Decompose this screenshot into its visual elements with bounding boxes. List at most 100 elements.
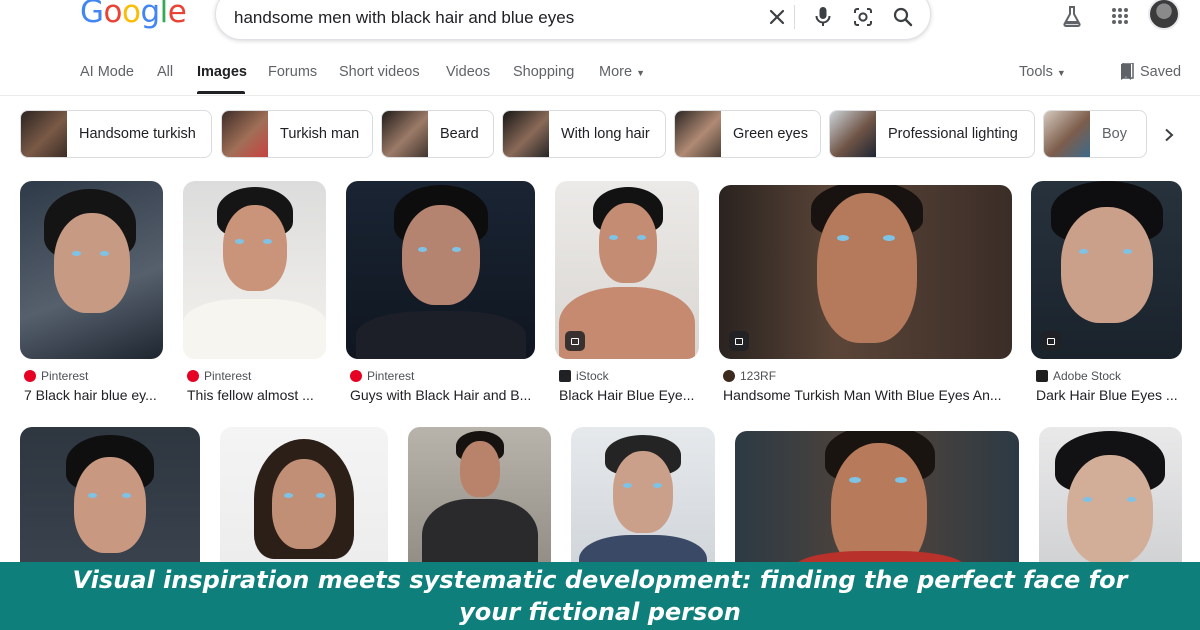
tabs-divider — [0, 95, 1200, 96]
shirt-shape — [356, 311, 526, 359]
image-badge — [1041, 331, 1061, 351]
source-name: Pinterest — [41, 369, 89, 383]
active-tab-indicator — [197, 91, 245, 94]
result-title[interactable]: This fellow almost ... — [187, 387, 327, 403]
result-source[interactable]: Pinterest — [24, 369, 88, 383]
istock-icon — [559, 370, 571, 382]
eye-shape — [653, 483, 662, 488]
eye-shape — [1079, 249, 1088, 254]
chip-label: Beard — [440, 126, 479, 142]
bookmark-icon — [1121, 63, 1134, 80]
result-image[interactable] — [735, 431, 1019, 577]
pinterest-icon — [350, 370, 362, 382]
result-image[interactable] — [20, 427, 200, 577]
face-shape — [223, 205, 287, 291]
chip-label: Green eyes — [733, 126, 808, 142]
tab-shopping[interactable]: Shopping — [513, 64, 574, 80]
chip-thumbnail — [1044, 111, 1090, 157]
chevron-right-icon[interactable] — [1154, 120, 1184, 150]
tools-menu[interactable]: Tools ▼ — [1019, 64, 1066, 80]
chip-thumbnail — [222, 111, 268, 157]
eye-shape — [849, 477, 861, 483]
face-shape — [1067, 455, 1153, 565]
tab-images[interactable]: Images — [197, 64, 247, 80]
result-source[interactable]: 123RF — [723, 369, 776, 383]
tab-forums[interactable]: Forums — [268, 64, 317, 80]
source-name: Pinterest — [367, 369, 415, 383]
result-title[interactable]: Guys with Black Hair and B... — [350, 387, 536, 403]
chevron-down-icon: ▼ — [1056, 68, 1066, 78]
image-badge — [729, 331, 749, 351]
face-shape — [613, 451, 673, 533]
eye-shape — [235, 239, 244, 244]
eye-shape — [418, 247, 427, 252]
result-title[interactable]: Dark Hair Blue Eyes ... — [1036, 387, 1182, 403]
tab-videos[interactable]: Videos — [446, 64, 490, 80]
shirt-shape — [183, 299, 326, 359]
result-image[interactable] — [408, 427, 551, 577]
pinterest-icon — [24, 370, 36, 382]
chip-label: With long hair — [561, 126, 650, 142]
tab-more-label: More — [599, 64, 633, 80]
result-title[interactable]: Black Hair Blue Eye... — [559, 387, 699, 403]
chip-with-long-hair[interactable]: With long hair — [502, 110, 666, 158]
eye-shape — [1127, 497, 1136, 502]
chip-label: Handsome turkish — [79, 126, 196, 142]
eye-shape — [1083, 497, 1092, 502]
result-image[interactable] — [346, 181, 535, 359]
chip-professional-lighting[interactable]: Professional lighting — [829, 110, 1035, 158]
eye-shape — [88, 493, 97, 498]
face-shape — [460, 441, 500, 497]
source-name: Adobe Stock — [1053, 369, 1122, 383]
face-shape — [54, 213, 130, 313]
chip-thumbnail — [503, 111, 549, 157]
result-image[interactable] — [1031, 181, 1182, 359]
chip-handsome-turkish[interactable]: Handsome turkish — [20, 110, 212, 158]
tab-more[interactable]: More ▼ — [599, 64, 645, 80]
result-title[interactable]: 7 Black hair blue ey... — [24, 387, 164, 403]
result-source[interactable]: Adobe Stock — [1036, 369, 1121, 383]
chip-label: Boy — [1102, 126, 1127, 142]
result-image[interactable] — [719, 185, 1012, 359]
result-image[interactable] — [220, 427, 388, 577]
eye-shape — [316, 493, 325, 498]
caption-text: Visual inspiration meets systematic deve… — [72, 566, 1128, 626]
result-image[interactable] — [571, 427, 715, 577]
eye-shape — [1123, 249, 1132, 254]
chip-thumbnail — [830, 111, 876, 157]
saved-link[interactable]: Saved — [1118, 63, 1181, 81]
eye-shape — [284, 493, 293, 498]
face-shape — [402, 205, 480, 305]
chip-turkish-man[interactable]: Turkish man — [221, 110, 373, 158]
eye-shape — [452, 247, 461, 252]
eye-shape — [72, 251, 81, 256]
result-image[interactable] — [20, 181, 163, 359]
tools-label: Tools — [1019, 64, 1053, 80]
face-shape — [272, 459, 336, 549]
chip-green-eyes[interactable]: Green eyes — [674, 110, 821, 158]
tab-short-videos[interactable]: Short videos — [339, 64, 420, 80]
result-title[interactable]: Handsome Turkish Man With Blue Eyes An..… — [723, 387, 1012, 403]
tab-all[interactable]: All — [157, 64, 173, 80]
caption-banner: Visual inspiration meets systematic deve… — [0, 562, 1200, 630]
chip-thumbnail — [675, 111, 721, 157]
chip-label: Professional lighting — [888, 126, 1018, 142]
result-image[interactable] — [555, 181, 699, 359]
source-name: Pinterest — [204, 369, 252, 383]
face-shape — [1061, 207, 1153, 323]
eye-shape — [100, 251, 109, 256]
source-name: iStock — [576, 369, 609, 383]
tab-ai-mode[interactable]: AI Mode — [80, 64, 134, 80]
result-image[interactable] — [183, 181, 326, 359]
result-image[interactable] — [1039, 427, 1182, 577]
result-source[interactable]: iStock — [559, 369, 609, 383]
eye-shape — [883, 235, 895, 241]
result-source[interactable]: Pinterest — [350, 369, 414, 383]
chip-beard[interactable]: Beard — [381, 110, 494, 158]
eye-shape — [637, 235, 646, 240]
result-source[interactable]: Pinterest — [187, 369, 251, 383]
eye-shape — [122, 493, 131, 498]
chip-boy[interactable]: Boy — [1043, 110, 1147, 158]
chip-thumbnail — [382, 111, 428, 157]
123rf-icon — [723, 370, 735, 382]
